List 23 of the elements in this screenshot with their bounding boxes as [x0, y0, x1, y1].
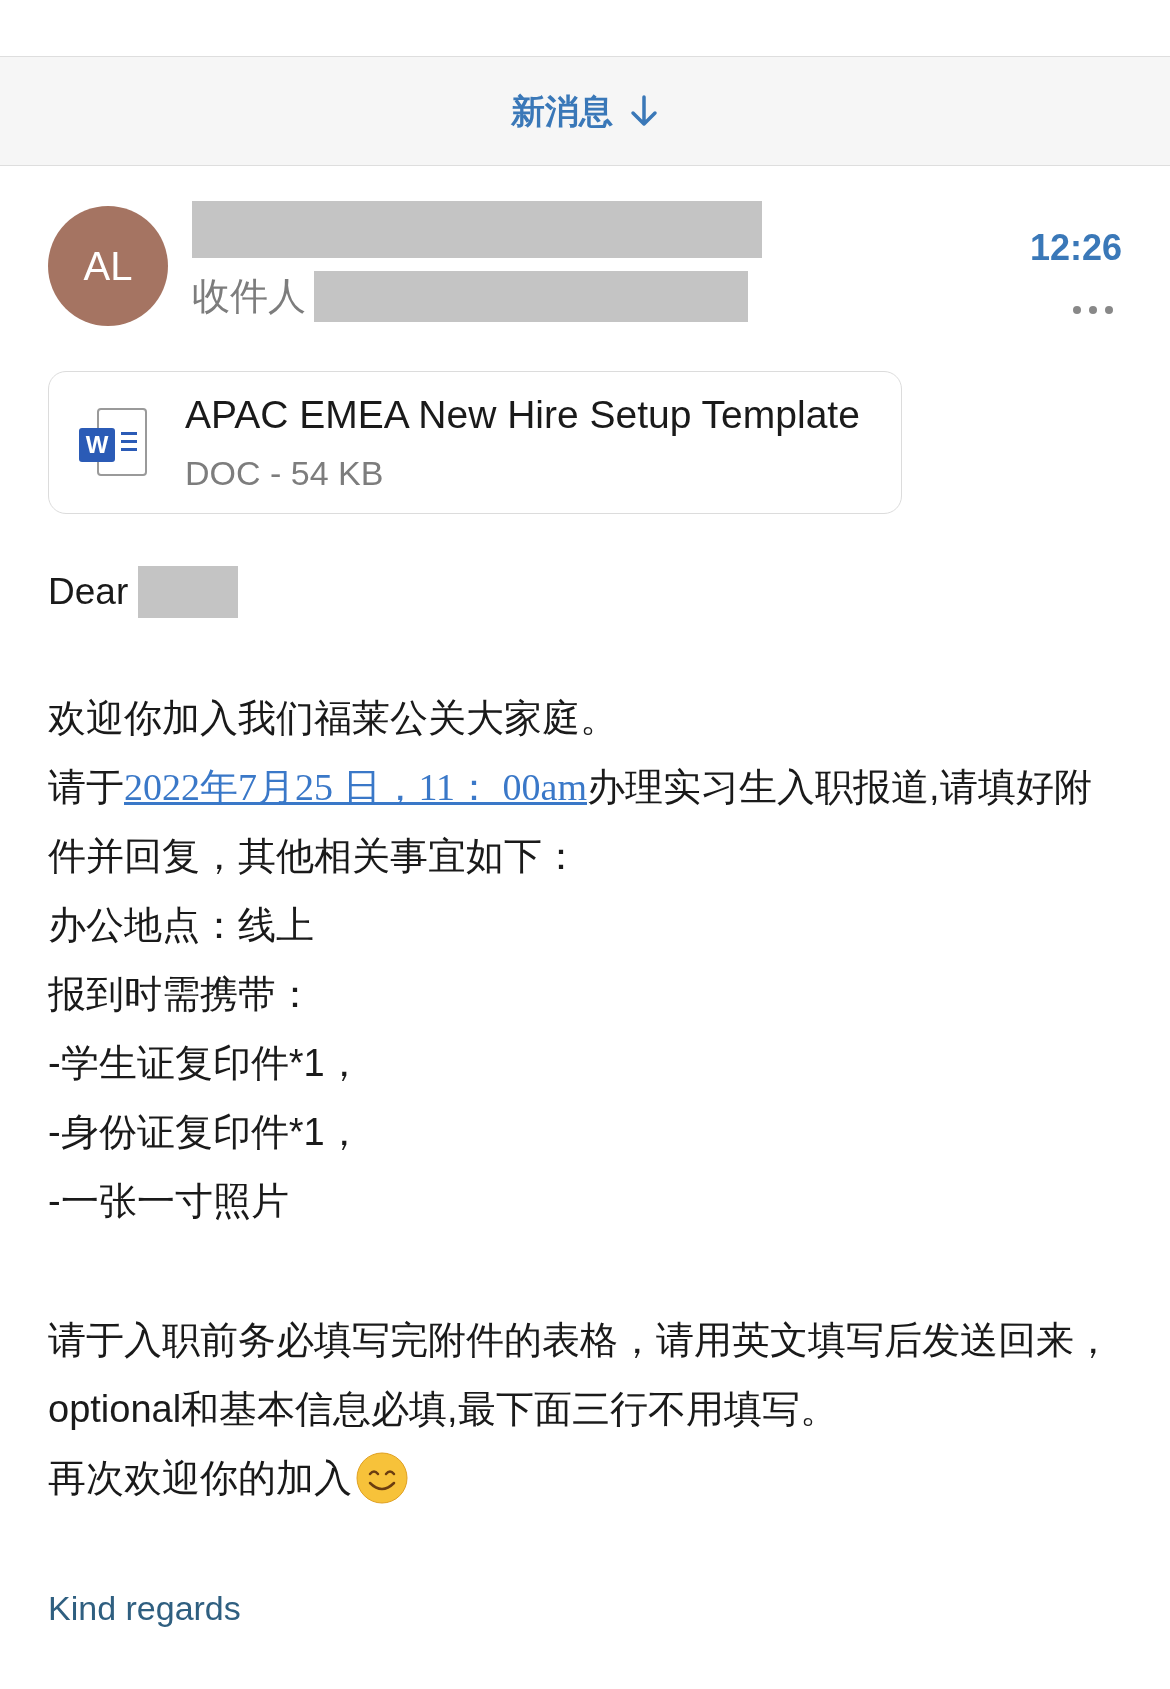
greeting: Dear — [48, 570, 129, 614]
body-text: -学生证复印件*1， — [48, 1040, 364, 1086]
banner-label: 新消息 — [511, 90, 613, 132]
new-messages-banner[interactable]: 新消息 — [0, 56, 1170, 166]
body-text: 报到时需携带： — [48, 971, 315, 1017]
body-text: 请于入职前务必填写完附件的表格，请用英文填写后发送回来，optional和基本信息必填,最下面三行不用填写。 — [48, 1317, 1113, 1432]
signoff: Kind regards — [48, 1587, 242, 1629]
attachment-name: APAC EMEA New Hire Setup Template — [185, 391, 860, 438]
date-link[interactable]: 2022年7月25 日，11： 00am — [124, 765, 587, 808]
attachment-meta: DOC - 54 KB — [185, 453, 385, 495]
attachment-card[interactable]: W APAC EMEA New Hire Setup Template DOC - 54 KB — [48, 371, 902, 514]
recipient-label: 收件人 — [192, 274, 306, 319]
down-arrow-icon — [629, 94, 659, 128]
body-text: 欢迎你加入我们福莱公关大家庭。 — [48, 695, 619, 741]
body-text: -一张一寸照片 — [48, 1178, 290, 1224]
message-time: 12:26 — [1029, 226, 1122, 270]
body-text: 办公地点：线上 — [48, 902, 315, 948]
more-icon[interactable] — [1072, 305, 1114, 315]
body-text: 请于2022年7月25 日，11： 00am办理实习生入职报道,请填好附件并回复，其他相关事宜如下： — [48, 764, 1093, 879]
body-text: -身份证复印件*1， — [48, 1109, 364, 1155]
body-text: 再次欢迎你的加入 — [48, 1455, 352, 1501]
smiley-icon — [356, 1452, 408, 1504]
avatar: AL — [48, 206, 168, 326]
